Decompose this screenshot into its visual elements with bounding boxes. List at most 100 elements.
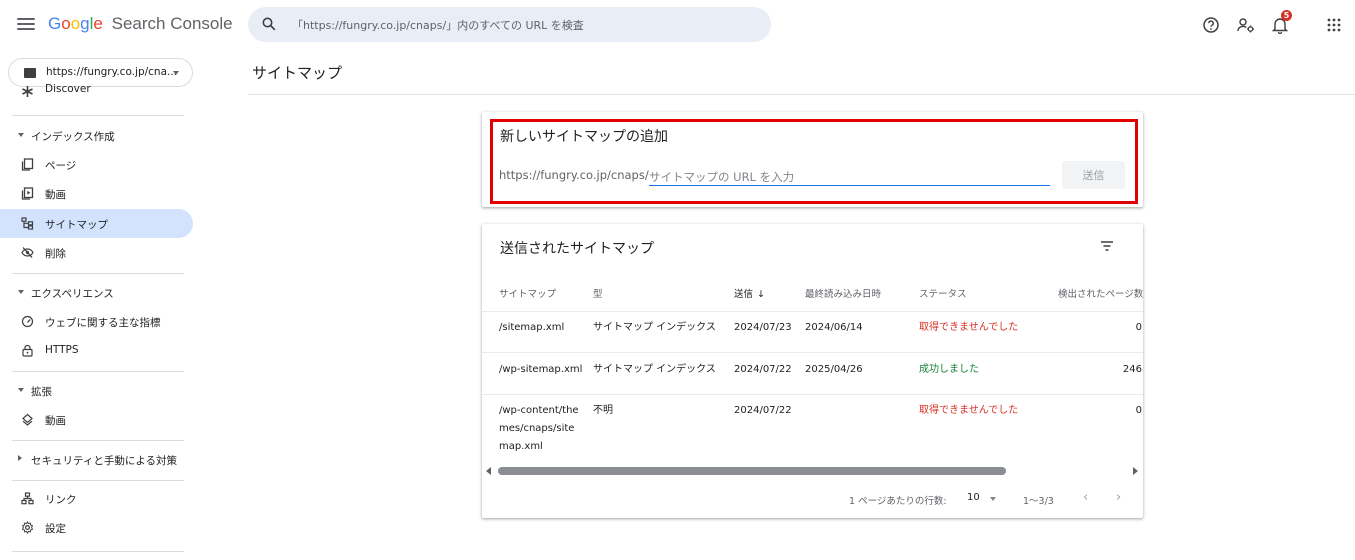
sidebar-nav: Discover インデックス作成 ページ 動画 サイトマップ 削除 エクスペリ… (0, 83, 200, 560)
cell-submitted: 2024/07/23 (734, 322, 792, 333)
visibility-off-icon (21, 247, 34, 258)
property-label: https://fungry.co.jp/cna... (46, 66, 178, 78)
diamond-layers-icon (22, 413, 33, 426)
row-divider (482, 352, 1143, 353)
help-icon[interactable] (1201, 15, 1221, 35)
column-header-label: 送信 (734, 289, 754, 300)
sidebar-item-pages[interactable]: ページ (0, 150, 193, 179)
sidebar-item-removals[interactable]: 削除 (0, 238, 193, 267)
section-enhancements[interactable]: 拡張 (0, 378, 193, 404)
url-inspection-search[interactable]: 「https://fungry.co.jp/cnaps/」内のすべての URL … (248, 7, 771, 42)
cell-type: 不明 (593, 405, 613, 416)
arrow-down-icon: ↓ (757, 289, 765, 300)
sidebar-item-settings[interactable]: 設定 (0, 513, 193, 542)
logo-letter: o (70, 14, 81, 33)
sidebar-item-https[interactable]: HTTPS (0, 336, 193, 365)
sidebar-item-label: ページ (45, 160, 77, 172)
cell-submitted: 2024/07/22 (734, 364, 792, 375)
logo-letter: o (61, 14, 71, 33)
search-icon (262, 17, 276, 31)
cell-type: サイトマップ インデックス (593, 364, 716, 375)
pages-icon (21, 158, 34, 171)
sidebar-divider (12, 273, 184, 274)
speedometer-icon (21, 315, 34, 328)
expand-triangle-icon (18, 455, 22, 461)
cell-last-read: 2024/06/14 (805, 322, 863, 333)
site-favicon-icon (24, 68, 36, 78)
sitemap-url-prefix: https://fungry.co.jp/cnaps/ (499, 168, 649, 182)
filter-icon[interactable] (1100, 240, 1114, 252)
section-label: インデックス作成 (31, 131, 115, 143)
logo-letter: G (48, 14, 62, 33)
section-security[interactable]: セキュリティと手動による対策 (0, 447, 193, 473)
collapse-triangle-icon (18, 290, 24, 294)
cell-status: 取得できませんでした (919, 405, 1019, 416)
title-divider (248, 94, 1355, 95)
sidebar-divider (12, 440, 184, 441)
row-divider (482, 311, 1143, 312)
column-header-status[interactable]: ステータス (919, 286, 967, 300)
next-page-icon[interactable]: › (1116, 490, 1121, 505)
product-name: Search Console (111, 14, 233, 33)
sidebar-item-videos[interactable]: 動画 (0, 179, 193, 208)
column-header-sitemap[interactable]: サイトマップ (499, 286, 556, 300)
sidebar-item-label: 動画 (45, 415, 66, 427)
sidebar-item-label: HTTPS (45, 344, 79, 356)
collapse-triangle-icon (18, 388, 24, 392)
rows-per-page-select[interactable]: 10 (967, 492, 980, 503)
submitted-sitemaps-title: 送信されたサイトマップ (500, 241, 654, 257)
row-divider (482, 394, 1143, 395)
sidebar-item-label: 削除 (45, 248, 66, 260)
manage-users-icon[interactable] (1236, 15, 1256, 35)
section-label: 拡張 (31, 386, 52, 398)
column-header-submitted[interactable]: 送信 ↓ (734, 286, 765, 300)
gear-icon (21, 521, 34, 534)
cell-status: 成功しました (919, 364, 979, 375)
sidebar-item-links[interactable]: リンク (0, 484, 193, 513)
top-app-bar: Google Search Console 「https://fungry.co… (0, 0, 1355, 50)
sidebar-divider (12, 115, 184, 116)
scroll-right-arrow-icon[interactable] (1133, 467, 1138, 475)
column-header-discovered[interactable]: 検出されたページ数 (1058, 286, 1143, 300)
scroll-left-arrow-icon[interactable] (486, 467, 491, 475)
video-pages-icon (21, 187, 34, 200)
cell-sitemap: /wp-sitemap.xml (499, 364, 583, 375)
google-search-console-logo[interactable]: Google Search Console (48, 14, 233, 34)
sidebar-item-label: 動画 (45, 189, 66, 201)
horizontal-scrollbar[interactable] (486, 466, 1140, 476)
sidebar-item-sitemaps[interactable]: サイトマップ (0, 209, 193, 238)
cell-discovered: 0 (1135, 322, 1142, 333)
pagination-range: 1〜3/3 (1023, 496, 1054, 507)
cell-discovered: 0 (1135, 405, 1142, 416)
column-header-type[interactable]: 型 (593, 286, 603, 300)
scrollbar-thumb[interactable] (498, 467, 1006, 475)
sidebar-item-label: サイトマップ (45, 219, 108, 231)
sitemap-url-input[interactable] (649, 168, 1050, 186)
sidebar-item-label: ウェブに関する主な指標 (45, 317, 161, 329)
apps-grid-icon[interactable] (1324, 15, 1344, 35)
sidebar-item-core-web-vitals[interactable]: ウェブに関する主な指標 (0, 307, 193, 336)
add-sitemap-title: 新しいサイトマップの追加 (500, 129, 668, 145)
cell-last-read: 2025/04/26 (805, 364, 863, 375)
sidebar-item-discover[interactable]: Discover (0, 83, 193, 101)
cell-sitemap: /wp-content/themes/cnaps/sitemap.xml (499, 405, 579, 452)
rows-per-page-label: 1 ページあたりの行数: (849, 496, 947, 507)
chevron-down-icon[interactable] (990, 497, 996, 501)
sidebar-item-enh-videos[interactable]: 動画 (0, 405, 193, 434)
sidebar-item-label: Discover (45, 83, 91, 95)
sidebar-divider (12, 551, 184, 552)
sidebar-divider (12, 371, 184, 372)
cell-discovered: 246 (1122, 364, 1142, 375)
menu-icon[interactable] (17, 15, 35, 33)
links-icon (21, 492, 34, 505)
notification-badge: 5 (1281, 10, 1292, 21)
section-experience[interactable]: エクスペリエンス (0, 280, 193, 306)
cell-type: サイトマップ インデックス (593, 322, 716, 333)
logo-letter: e (93, 14, 103, 33)
prev-page-icon[interactable]: ‹ (1083, 490, 1088, 505)
search-placeholder: 「https://fungry.co.jp/cnaps/」内のすべての URL … (292, 19, 584, 32)
collapse-triangle-icon (18, 133, 24, 137)
column-header-last-read[interactable]: 最終読み込み日時 (805, 286, 881, 300)
submit-sitemap-button[interactable]: 送信 (1062, 161, 1125, 189)
section-indexing[interactable]: インデックス作成 (0, 123, 193, 149)
